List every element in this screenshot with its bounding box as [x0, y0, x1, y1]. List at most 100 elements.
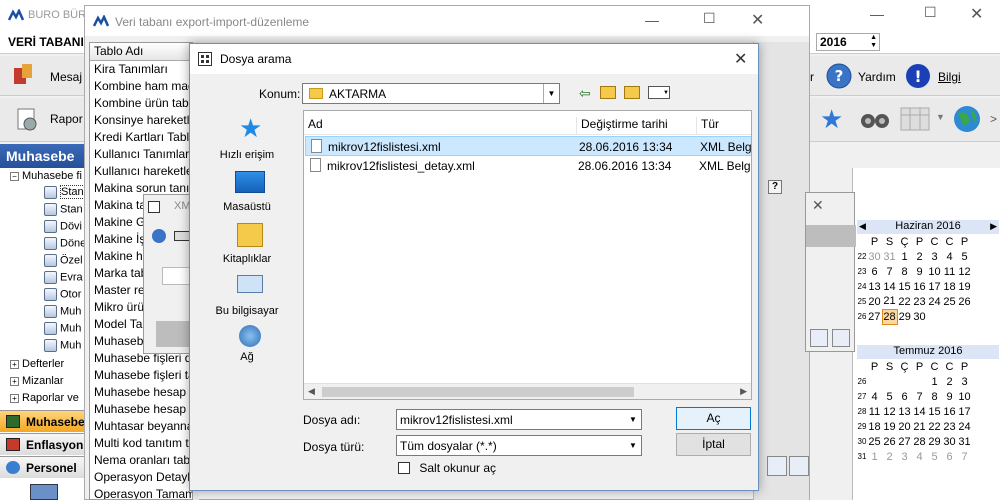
menu-veri-tabani[interactable]: VERİ TABANI [8, 35, 84, 49]
scroll-right-icon[interactable]: ▶ [740, 386, 747, 397]
tree-mizanlar[interactable]: + Mizanlar [10, 375, 64, 387]
main-close-icon[interactable]: ✕ [970, 4, 983, 24]
calendar-day[interactable]: 13 [897, 404, 912, 419]
table-list-header[interactable]: Tablo Adı [90, 43, 192, 61]
calendar-day[interactable]: 2 [882, 449, 897, 464]
spinner-arrows-icon[interactable]: ▲ ▼ [870, 34, 877, 50]
calendar-day[interactable]: 14 [912, 404, 927, 419]
calendar-day[interactable]: 12 [882, 404, 897, 419]
calendar-day[interactable]: 9 [942, 389, 957, 404]
calendar-day[interactable]: 29 [897, 309, 912, 324]
new-folder-icon[interactable] [624, 86, 640, 99]
calendar-day[interactable]: 21 [882, 294, 897, 309]
calendar-day[interactable]: 25 [942, 294, 957, 309]
tree-item[interactable]: Dövi [44, 220, 86, 237]
binoculars-icon[interactable] [860, 108, 890, 130]
view-menu-icon[interactable]: ▼ [648, 86, 670, 99]
calendar-day[interactable]: 7 [882, 264, 897, 279]
table-list-item[interactable]: Muhasebe hesap pl [90, 401, 192, 418]
export-minimize-icon[interactable]: — [645, 12, 659, 28]
tree-raporlar[interactable]: + Raporlar ve [10, 392, 79, 404]
table-list-item[interactable]: Kullanıcı Tanımları Ta [90, 146, 192, 163]
place-desktop[interactable]: Masaüstü [207, 169, 291, 221]
table-list-item[interactable]: Operasyon Tamaml [90, 486, 192, 499]
tree-item[interactable]: Muh [44, 305, 86, 322]
dialog-close-icon[interactable]: ✕ [734, 49, 747, 69]
calendar-day[interactable]: 28 [881, 308, 898, 325]
year-spinner[interactable]: 2016 ▲ ▼ [816, 33, 880, 51]
calendar-day[interactable]: 14 [882, 279, 897, 294]
calendar-day[interactable]: 23 [912, 294, 927, 309]
cancel-button[interactable]: İptal [676, 433, 751, 456]
rapor-button[interactable]: Rapor [50, 112, 83, 126]
small-help-button[interactable]: ? [768, 180, 782, 194]
calendar-day[interactable]: 21 [912, 419, 927, 434]
calendar-day[interactable]: 11 [867, 404, 882, 419]
place-quick-access[interactable]: ★ Hızlı erişim [207, 111, 291, 169]
calendar-day[interactable]: 6 [897, 389, 912, 404]
col-type-header[interactable]: Tür [696, 117, 719, 135]
tree-root[interactable]: − Muhasebe fi [10, 170, 82, 182]
calendar-day[interactable]: 5 [957, 249, 972, 264]
calendar-day[interactable]: 28 [912, 434, 927, 449]
calendar-day[interactable]: 25 [867, 434, 882, 449]
arrow-button-4[interactable] [789, 456, 809, 476]
calendar-day[interactable]: 19 [957, 279, 972, 294]
bottom-nav-muhasebe[interactable]: Muhasebe [0, 410, 92, 432]
calendar-day[interactable]: 8 [927, 389, 942, 404]
calendar-day[interactable]: 5 [927, 449, 942, 464]
calendar-day[interactable]: 30 [942, 434, 957, 449]
calendar-day[interactable]: 7 [957, 449, 972, 464]
building-icon[interactable] [30, 484, 58, 500]
calendar-day[interactable]: 7 [912, 389, 927, 404]
arrow-button-2[interactable] [832, 329, 850, 347]
bottom-nav-personel[interactable]: Personel [0, 456, 92, 478]
expand-icon[interactable]: + [10, 393, 19, 403]
col-name-header[interactable]: Ad [308, 117, 572, 131]
arrow-button-3[interactable] [767, 456, 787, 476]
calendar-day[interactable] [927, 309, 942, 324]
table-list-item[interactable]: Kombine ham madd [90, 78, 192, 95]
calendar-day[interactable]: 2 [942, 374, 957, 389]
calendar-day[interactable]: 1 [927, 374, 942, 389]
mesaj-icon[interactable] [12, 62, 36, 88]
tree-item[interactable]: Muh [44, 339, 86, 356]
calendar-day[interactable] [942, 309, 957, 324]
calendar-day[interactable]: 13 [867, 279, 882, 294]
calendar-day[interactable]: 16 [912, 279, 927, 294]
prev-month-icon[interactable]: ◀ [859, 221, 866, 232]
toolbar-overflow[interactable]: > [990, 112, 997, 126]
tree-item[interactable]: Stan [44, 203, 86, 220]
calendar-day[interactable] [867, 374, 882, 389]
calendar-day[interactable]: 29 [927, 434, 942, 449]
table-list-item[interactable]: Kira Tanımları [90, 61, 192, 78]
file-row-selected[interactable]: mikrov12fislistesi.xml 28.06.2016 13:34 … [305, 136, 751, 156]
calendar-day[interactable]: 26 [957, 294, 972, 309]
expand-icon[interactable]: + [10, 359, 19, 369]
readonly-checkbox[interactable] [398, 461, 410, 474]
info-small-icon[interactable] [152, 229, 166, 243]
calendar-day[interactable]: 27 [867, 309, 882, 324]
place-libraries[interactable]: Kitaplıklar [207, 221, 291, 273]
arrow-button-1[interactable] [810, 329, 828, 347]
main-minimize-icon[interactable]: — [870, 6, 884, 22]
star-icon[interactable]: ★ [820, 106, 843, 132]
calendar-day[interactable]: 1 [897, 249, 912, 264]
tree-item[interactable]: Evra [44, 271, 86, 288]
calendar-day[interactable]: 24 [957, 419, 972, 434]
open-button[interactable]: Aç [676, 407, 751, 430]
dropdown-arrow-icon[interactable]: ▼ [936, 112, 945, 122]
readonly-checkbox-row[interactable]: Salt okunur aç [398, 460, 496, 475]
keyboard-icon[interactable] [174, 231, 190, 241]
col-date-header[interactable]: Değiştirme tarihi [576, 117, 694, 135]
calendar-day[interactable] [912, 374, 927, 389]
calendar-day[interactable]: 4 [912, 449, 927, 464]
tree-item[interactable]: Stan [44, 185, 86, 203]
place-network[interactable]: Ağ [207, 325, 291, 377]
scroll-thumb[interactable] [322, 387, 634, 397]
tree-item[interactable]: Muh [44, 322, 86, 339]
filename-combo[interactable]: mikrov12fislistesi.xml ▼ [396, 409, 642, 430]
calendar-day[interactable] [882, 374, 897, 389]
inner-right-close-icon[interactable]: ✕ [812, 197, 824, 214]
location-combo[interactable]: AKTARMA ▼ [302, 83, 560, 104]
